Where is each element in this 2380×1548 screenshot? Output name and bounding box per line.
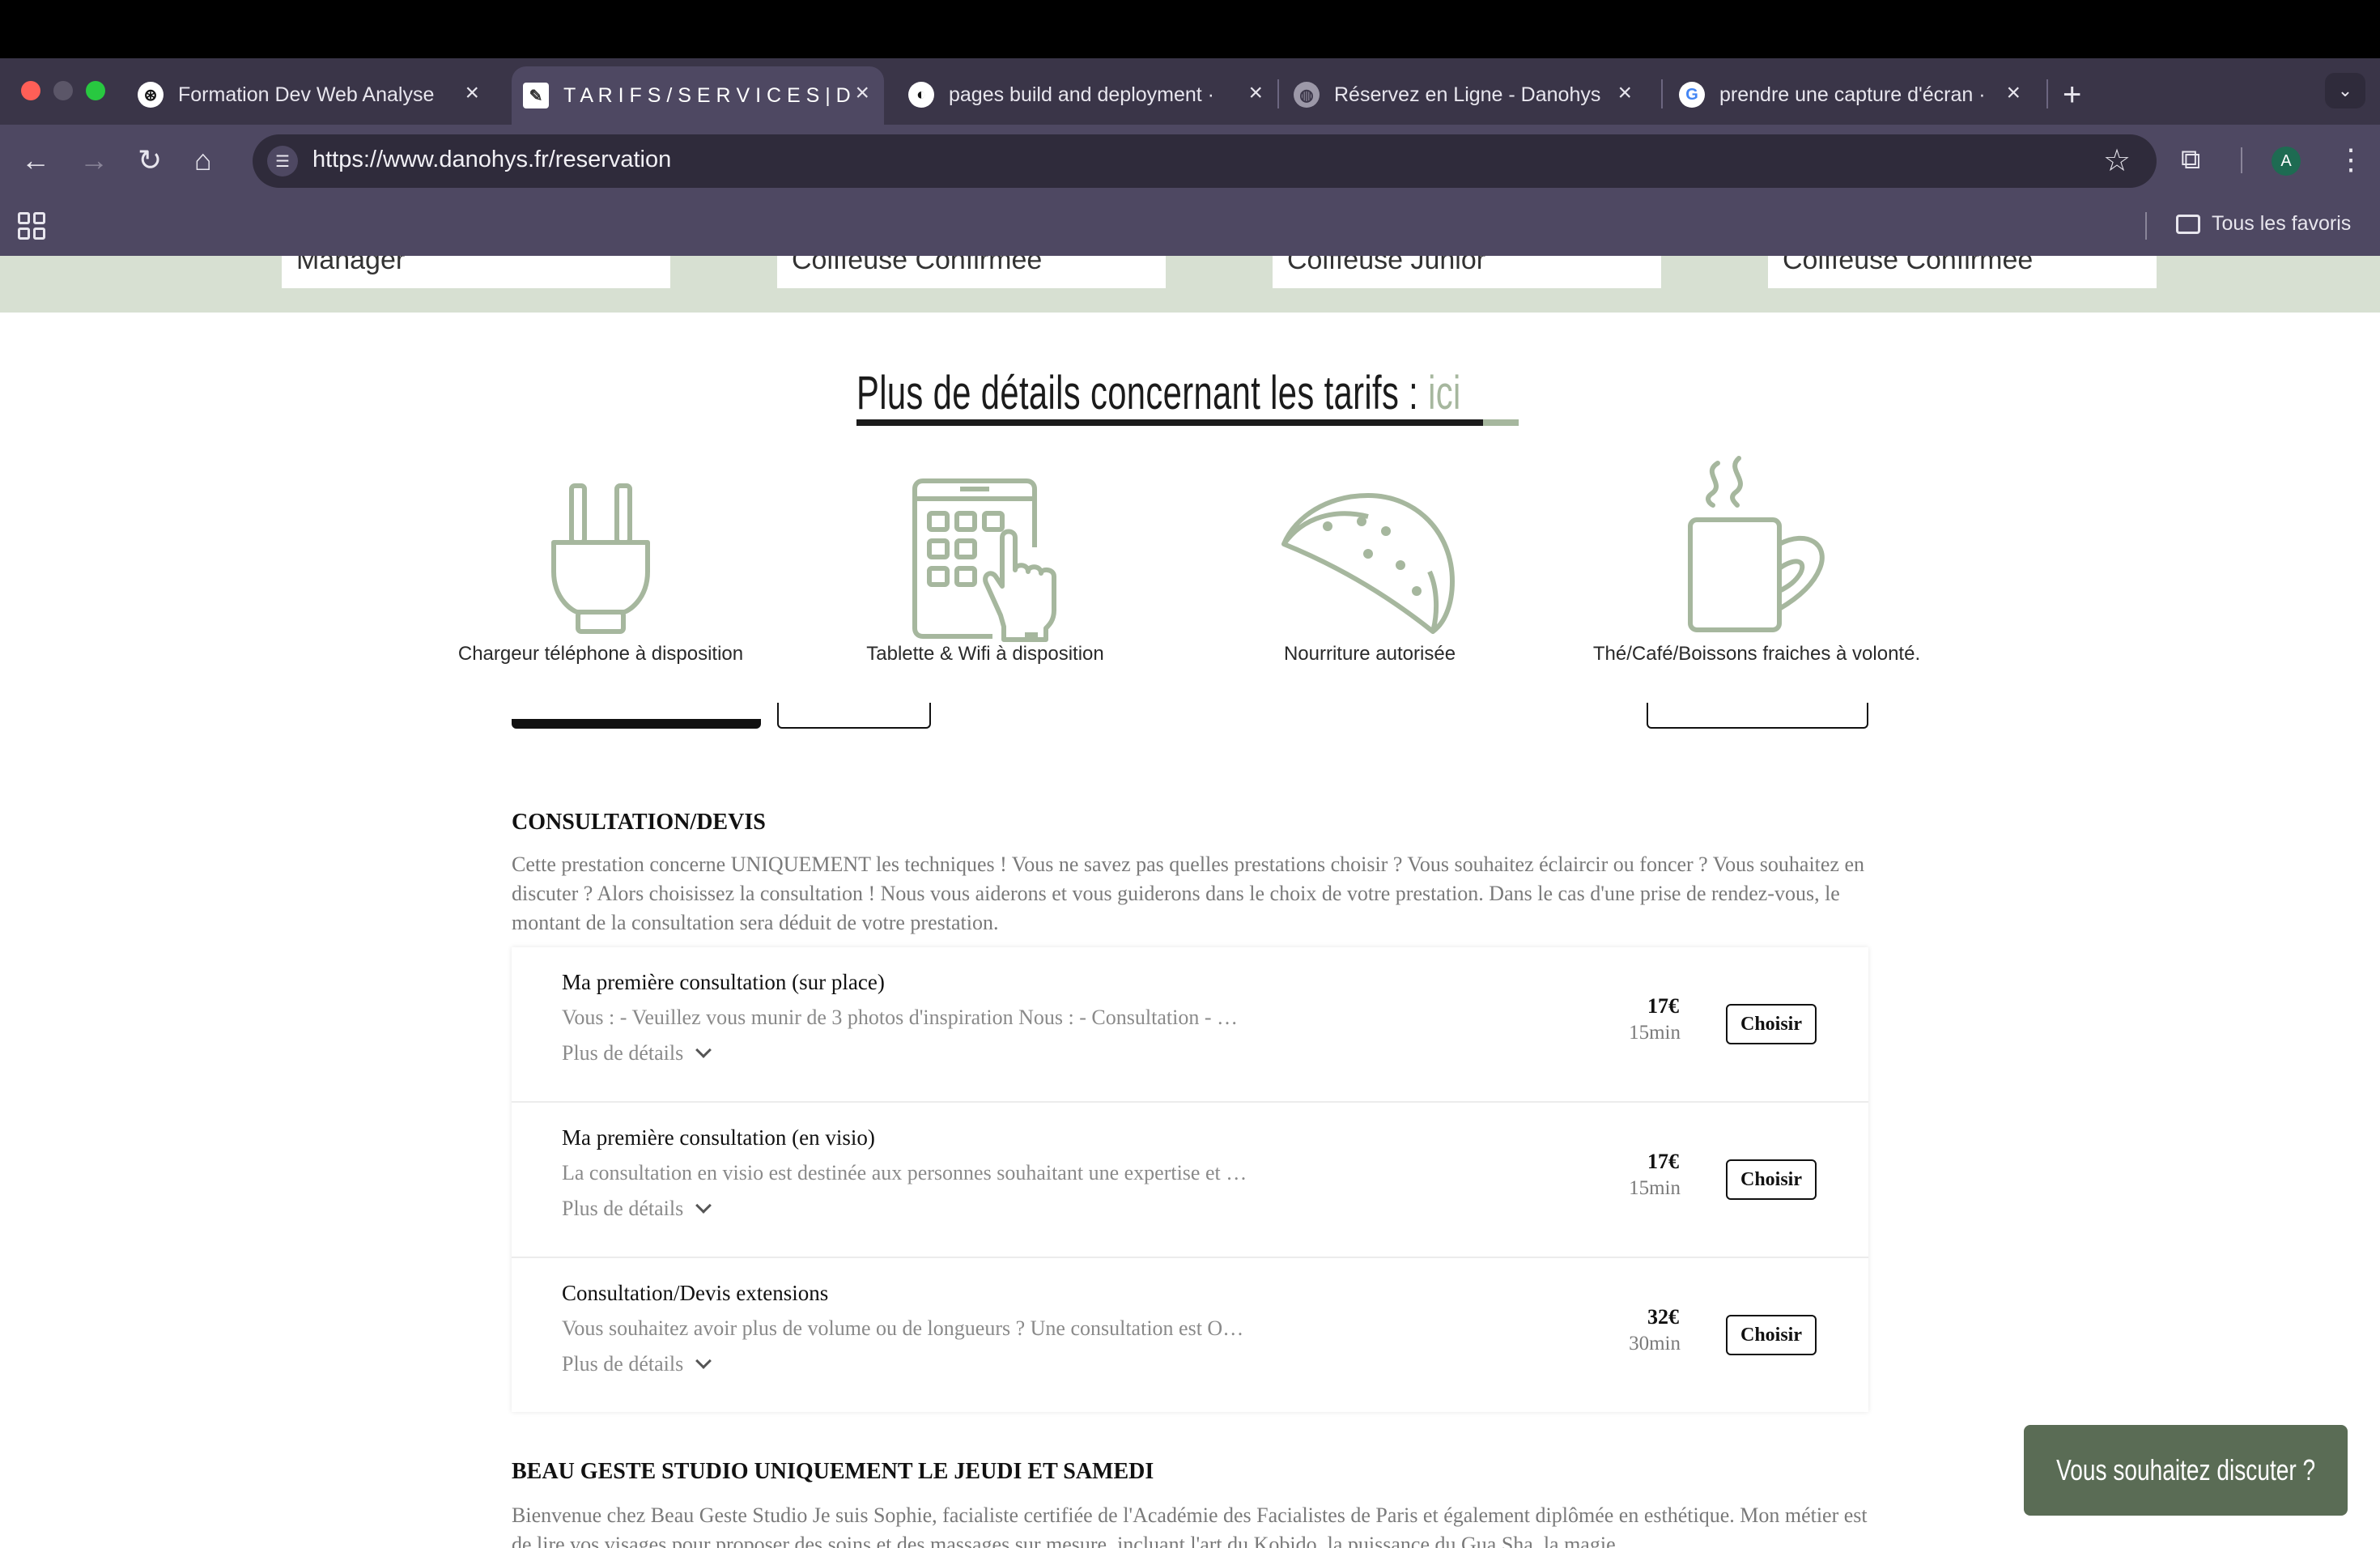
tab-separator bbox=[1661, 79, 1663, 108]
choose-button[interactable]: Choisir bbox=[1726, 1315, 1817, 1355]
service-row: Ma première consultation (sur place) Vou… bbox=[512, 947, 1868, 1103]
service-name: Ma première consultation (en visio) bbox=[562, 1125, 875, 1150]
staff-card[interactable]: Coiffeuse Confirmée bbox=[777, 256, 1166, 288]
tab-search-chevron-icon[interactable]: ⌄ bbox=[2325, 73, 2365, 108]
bookmark-star-icon[interactable]: ☆ bbox=[2103, 142, 2131, 179]
more-details-link[interactable]: Plus de détails bbox=[562, 1197, 712, 1221]
amenity-label: Thé/Café/Boissons fraiches à volonté. bbox=[1592, 643, 1921, 665]
google-icon: G bbox=[1679, 82, 1705, 108]
toolbar-separator bbox=[2241, 147, 2242, 173]
forward-arrow-icon[interactable]: → bbox=[79, 144, 108, 176]
screen-top-bar bbox=[0, 0, 2380, 58]
chevron-down-icon bbox=[695, 1353, 712, 1369]
url-text[interactable]: https://www.danohys.fr/reservation bbox=[312, 147, 671, 173]
service-name: Ma première consultation (sur place) bbox=[562, 970, 885, 994]
tab-separator bbox=[2046, 79, 2048, 108]
maximize-window-button[interactable] bbox=[86, 81, 105, 100]
staff-card[interactable]: Coiffeuse Junior bbox=[1273, 256, 1661, 288]
staff-card[interactable]: Manager bbox=[282, 256, 670, 288]
amenity-label: Nourriture autorisée bbox=[1283, 643, 1456, 665]
link-underline bbox=[1483, 419, 1519, 426]
openai-icon: ⊛ bbox=[138, 82, 164, 108]
service-row: Consultation/Devis extensions Vous souha… bbox=[512, 1258, 1868, 1414]
bookmarks-separator bbox=[2145, 212, 2147, 240]
staff-card[interactable]: Coiffeuse Confirmée bbox=[1768, 256, 2157, 288]
service-duration: 15min bbox=[1629, 1177, 1681, 1199]
back-arrow-icon[interactable]: ← bbox=[21, 144, 50, 176]
service-price: 17€ bbox=[1647, 994, 1679, 1018]
choose-button[interactable]: Choisir bbox=[1726, 1004, 1817, 1044]
home-icon[interactable]: ⌂ bbox=[194, 144, 212, 176]
tarifs-link[interactable]: ici bbox=[1428, 367, 1461, 419]
service-price: 32€ bbox=[1647, 1305, 1679, 1329]
more-details-link[interactable]: Plus de détails bbox=[562, 1041, 712, 1065]
close-tab-icon[interactable]: × bbox=[465, 81, 479, 105]
taco-icon bbox=[1281, 493, 1455, 634]
folder-icon bbox=[2176, 214, 2200, 234]
choose-button[interactable]: Choisir bbox=[1726, 1159, 1817, 1200]
amenity-label: Tablette & Wifi à disposition bbox=[866, 643, 1104, 665]
more-menu-icon[interactable]: ⋮ bbox=[2336, 142, 2365, 176]
browser-tab-active[interactable]: ✎ T A R I F S / S E R V I C E S | D × bbox=[512, 66, 884, 125]
service-duration: 30min bbox=[1629, 1333, 1681, 1354]
browser-tab[interactable]: G prendre une capture d'écran · × bbox=[1679, 66, 2035, 123]
amenity-label: Chargeur téléphone à disposition bbox=[457, 643, 744, 665]
extensions-puzzle-icon[interactable]: ⧉ bbox=[2181, 144, 2200, 176]
profile-avatar[interactable]: A bbox=[2272, 147, 2301, 176]
service-name: Consultation/Devis extensions bbox=[562, 1281, 829, 1305]
close-window-button[interactable] bbox=[21, 81, 40, 100]
close-tab-icon[interactable]: × bbox=[855, 81, 869, 105]
site-settings-icon[interactable]: ☰ bbox=[267, 146, 298, 176]
apps-grid-icon[interactable] bbox=[18, 212, 45, 240]
new-tab-button[interactable]: + bbox=[2063, 66, 2095, 123]
section-description: Cette prestation concerne UNIQUEMENT les… bbox=[512, 853, 1865, 934]
category-tab[interactable] bbox=[777, 703, 931, 729]
category-tab-active[interactable] bbox=[512, 719, 761, 729]
close-tab-icon[interactable]: × bbox=[2006, 81, 2021, 105]
reload-icon[interactable]: ↻ bbox=[138, 144, 162, 176]
plug-icon bbox=[551, 483, 650, 634]
section-title: CONSULTATION/DEVIS bbox=[512, 810, 766, 835]
browser-tab[interactable]: ◍ Réservez en Ligne - Danohys × bbox=[1294, 66, 1647, 123]
minimize-window-button[interactable] bbox=[53, 81, 73, 100]
chevron-down-icon bbox=[695, 1197, 712, 1214]
tablet-icon bbox=[912, 478, 1056, 642]
category-tab[interactable] bbox=[1647, 703, 1868, 729]
more-details-link[interactable]: Plus de détails bbox=[562, 1352, 712, 1376]
chevron-down-icon bbox=[695, 1042, 712, 1058]
chat-button[interactable]: Vous souhaitez discuter ? bbox=[2024, 1425, 2348, 1516]
browser-tab[interactable]: ⊛ Formation Dev Web Analyse × bbox=[138, 66, 494, 123]
services-card: Ma première consultation (sur place) Vou… bbox=[512, 947, 1868, 1412]
section-description: Bienvenue chez Beau Geste Studio Je suis… bbox=[512, 1503, 1868, 1548]
service-price: 17€ bbox=[1647, 1150, 1679, 1173]
all-bookmarks-folder[interactable]: Tous les favoris bbox=[2176, 212, 2351, 236]
github-icon: ◐ bbox=[908, 82, 934, 108]
close-tab-icon[interactable]: × bbox=[1248, 81, 1263, 105]
tarifs-heading: Plus de détails concernant les tarifs : … bbox=[856, 367, 1461, 419]
section-title: BEAU GESTE STUDIO UNIQUEMENT LE JEUDI ET… bbox=[512, 1459, 1154, 1484]
bookmarks-bar bbox=[0, 198, 2380, 256]
tab-separator bbox=[1277, 79, 1279, 108]
browser-tab[interactable]: ◐ pages build and deployment · × bbox=[908, 66, 1277, 123]
brush-icon: ✎ bbox=[523, 83, 549, 108]
service-description: Vous : - Veuillez vous munir de 3 photos… bbox=[562, 1006, 1238, 1029]
service-description: Vous souhaitez avoir plus de volume ou d… bbox=[562, 1316, 1244, 1340]
coffee-mug-icon bbox=[1688, 456, 1825, 632]
heading-underline bbox=[856, 419, 1483, 426]
service-description: La consultation en visio est destinée au… bbox=[562, 1161, 1247, 1184]
service-duration: 15min bbox=[1629, 1022, 1681, 1044]
close-tab-icon[interactable]: × bbox=[1617, 81, 1632, 105]
globe-icon: ◍ bbox=[1294, 82, 1320, 108]
service-row: Ma première consultation (en visio) La c… bbox=[512, 1103, 1868, 1258]
